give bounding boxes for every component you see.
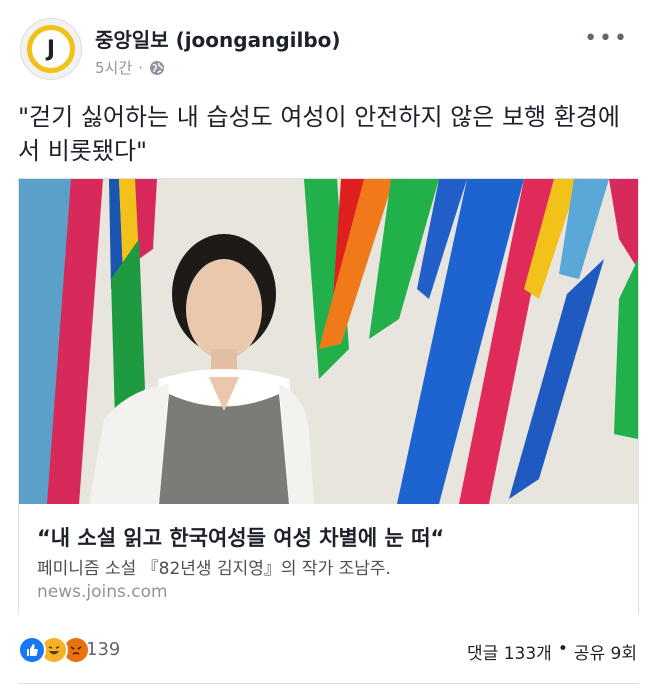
link-preview-card[interactable]: “내 소설 읽고 한국여성들 여성 차별에 눈 떠“ 페미니즘 소설 『82년생… [18,178,639,614]
engagement-counts: 댓글 133개 • 공유 9회 [467,639,637,664]
post-footer: 139 댓글 133개 • 공유 9회 [0,630,657,674]
link-domain: news.joins.com [37,582,168,602]
globe-icon [149,60,164,75]
post-timestamp[interactable]: 5시간 [95,57,132,78]
post-text: "걷기 싫어하는 내 습성도 여성이 안전하지 않은 보행 환경에서 비롯됐다" [18,103,620,165]
reaction-count[interactable]: 139 [86,639,120,660]
avatar-logo: J [27,25,75,73]
link-caption[interactable]: “내 소설 읽고 한국여성들 여성 차별에 눈 떠“ 페미니즘 소설 『82년생… [19,504,638,614]
share-count-link[interactable]: 공유 9회 [574,639,637,664]
link-description: 페미니즘 소설 『82년생 김지영』의 작가 조남주. [37,559,391,579]
like-icon [18,636,46,664]
post-meta: 5시간 · [95,57,165,78]
comment-count-link[interactable]: 댓글 133개 [467,639,552,664]
link-title[interactable]: “내 소설 읽고 한국여성들 여성 차별에 눈 떠“ [37,522,444,552]
post-header: J 중앙일보 (joongangilbo) 5시간 · ••• [0,0,657,90]
reactions-summary[interactable] [18,636,90,664]
page-name-link[interactable]: 중앙일보 (joongangilbo) [95,24,341,53]
more-options-button[interactable]: ••• [584,26,629,51]
article-photo[interactable] [19,179,638,504]
avatar[interactable]: J [20,18,82,80]
count-separator: • [557,639,568,659]
meta-separator: · [138,58,143,77]
article-photo-image [19,179,638,504]
